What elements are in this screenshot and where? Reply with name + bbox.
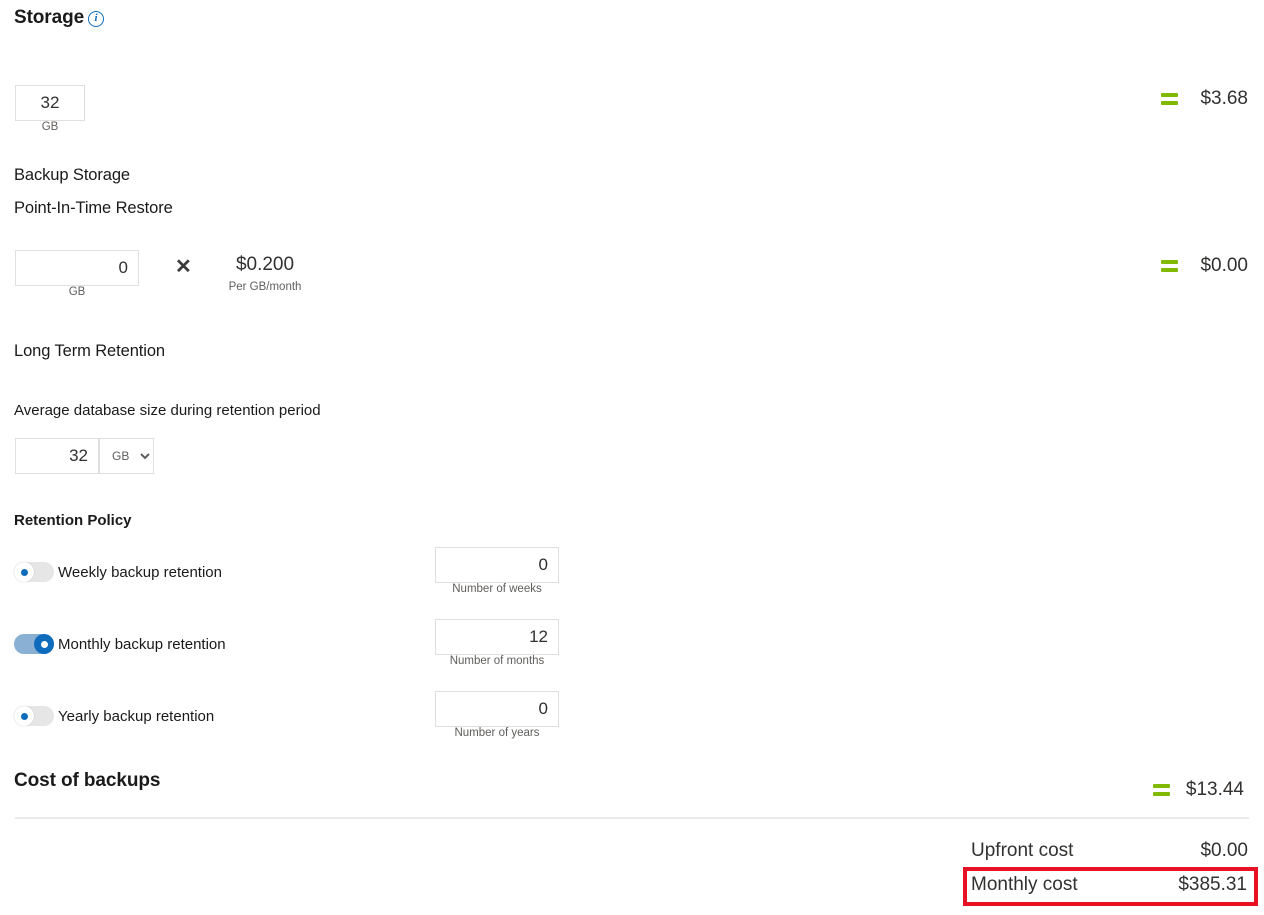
section-divider — [15, 817, 1249, 819]
monthly-cost-label: Monthly cost — [971, 874, 1078, 895]
toggle-knob — [34, 634, 54, 654]
storage-size-unit-caption: GB — [41, 121, 59, 133]
yearly-backup-retention-input[interactable] — [435, 691, 559, 727]
multiply-icon: ✕ — [175, 256, 192, 278]
monthly-backup-retention-toggle[interactable] — [14, 634, 54, 654]
pitr-size-unit-caption: GB — [68, 286, 86, 298]
monthly-backup-retention-caption: Number of months — [449, 655, 545, 667]
monthly-backup-retention-input[interactable] — [435, 619, 559, 655]
pitr-size-input[interactable] — [15, 250, 139, 286]
weekly-backup-retention-input[interactable] — [435, 547, 559, 583]
weekly-backup-retention-caption: Number of weeks — [452, 583, 542, 595]
long-term-retention-title: Long Term Retention — [14, 342, 165, 360]
yearly-backup-retention-toggle[interactable] — [14, 706, 54, 726]
pitr-rate-caption: Per GB/month — [228, 281, 302, 293]
weekly-backup-retention-toggle[interactable] — [14, 562, 54, 582]
cost-of-backups-label: Cost of backups — [14, 770, 161, 791]
storage-size-input[interactable] — [15, 85, 85, 121]
average-db-size-unit-select[interactable]: GBTBMB — [99, 438, 154, 474]
monthly-cost-value: $385.31 — [1178, 874, 1247, 895]
pitr-price: $0.00 — [1200, 255, 1248, 276]
toggle-knob — [14, 706, 34, 726]
toggle-dot — [20, 568, 28, 576]
upfront-cost-value: $0.00 — [1200, 840, 1248, 861]
yearly-backup-retention-label: Yearly backup retention — [58, 708, 215, 725]
monthly-backup-retention-label: Monthly backup retention — [58, 636, 226, 653]
pitr-rate: $0.200 — [235, 254, 295, 275]
toggle-dot — [40, 640, 48, 648]
weekly-backup-retention-label: Weekly backup retention — [58, 564, 222, 581]
point-in-time-restore-title: Point-In-Time Restore — [14, 199, 173, 217]
yearly-backup-retention-caption: Number of years — [454, 727, 540, 739]
upfront-cost-label: Upfront cost — [971, 840, 1074, 861]
average-db-size-label: Average database size during retention p… — [14, 402, 321, 419]
page-title: Storage — [14, 7, 85, 28]
toggle-dot — [20, 712, 28, 720]
storage-price: $3.68 — [1200, 88, 1248, 109]
toggle-knob — [14, 562, 34, 582]
cost-of-backups-value: $13.44 — [1185, 779, 1244, 800]
average-db-size-input[interactable] — [15, 438, 99, 474]
backup-storage-title: Backup Storage — [14, 166, 131, 184]
retention-policy-title: Retention Policy — [14, 512, 132, 529]
info-icon[interactable]: i — [88, 11, 104, 27]
storage-pricing-panel: Storage i GB $3.68 Backup Storage Point-… — [0, 0, 1264, 915]
